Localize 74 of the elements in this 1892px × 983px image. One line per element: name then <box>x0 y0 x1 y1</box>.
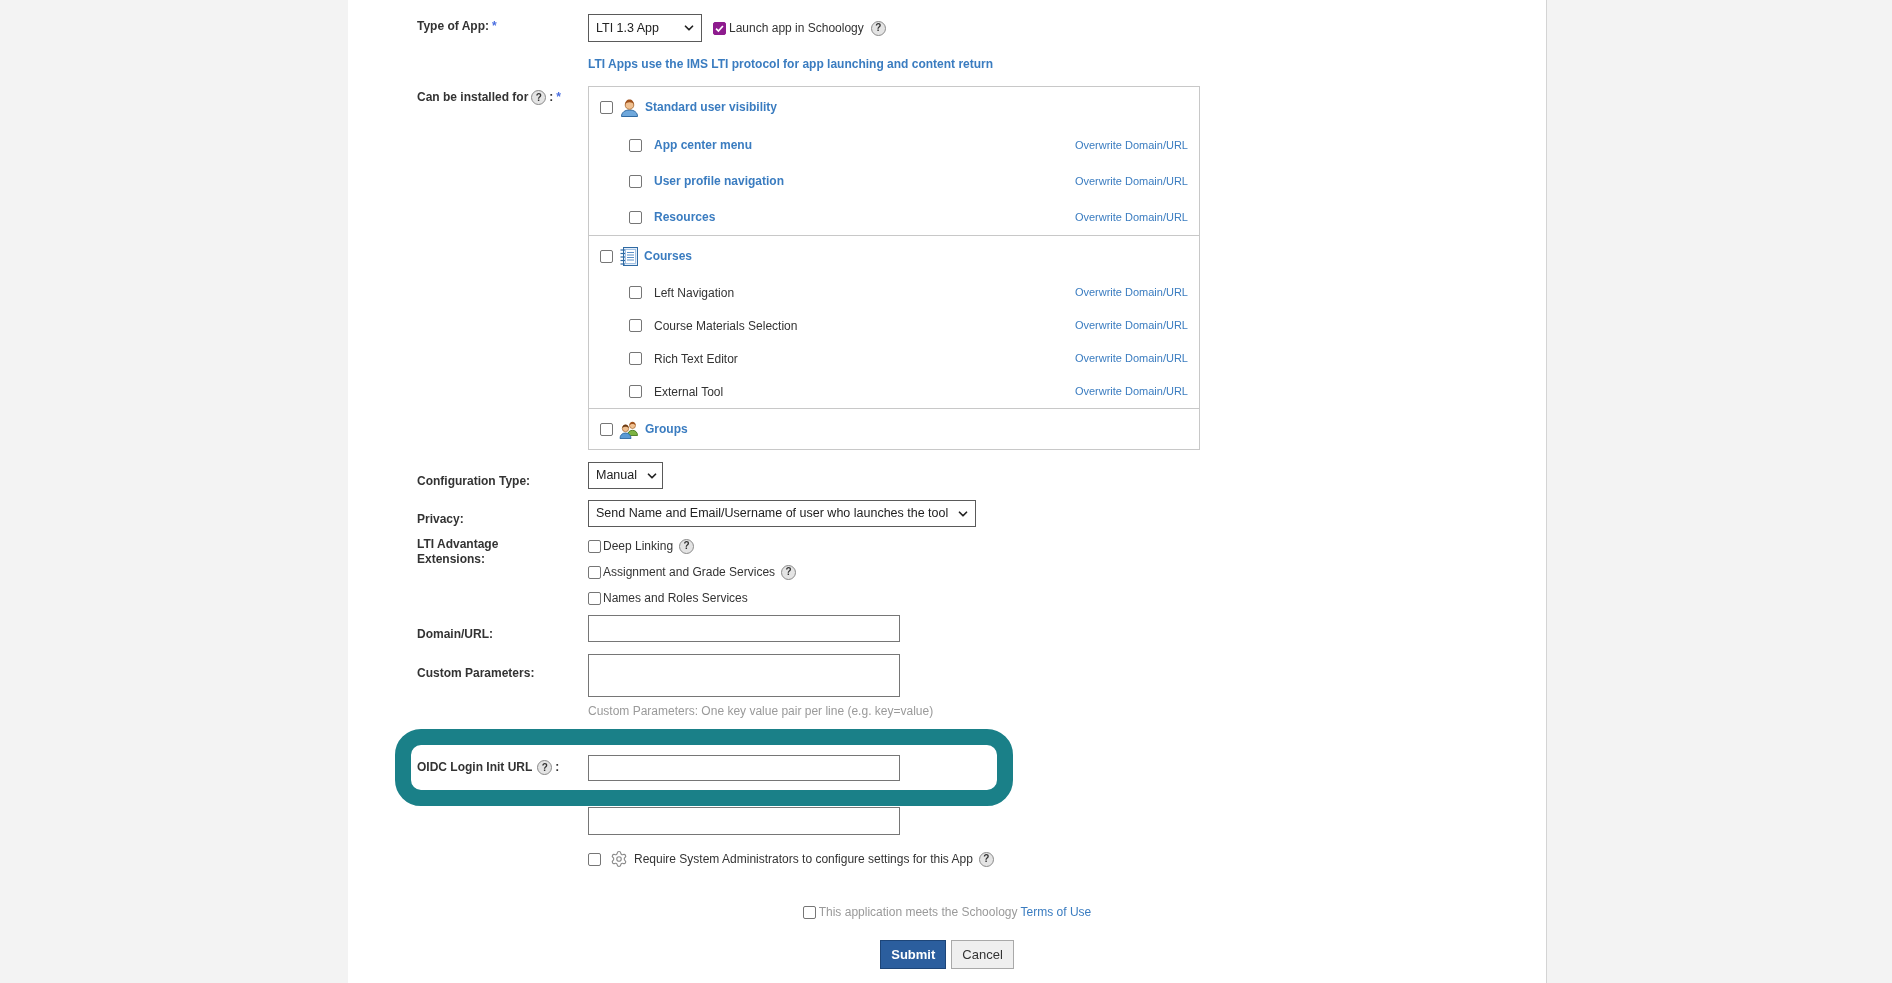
option-label: Left Navigation <box>654 284 735 302</box>
overwrite-link[interactable]: Overwrite Domain/URL <box>1074 383 1188 400</box>
submit-button[interactable]: Submit <box>880 940 947 969</box>
select-dropdown[interactable]: LTI 1.3 App <box>588 14 702 42</box>
input-field[interactable] <box>588 615 900 642</box>
text-area-field[interactable] <box>588 807 900 835</box>
checkbox[interactable] <box>629 352 642 365</box>
checkbox[interactable] <box>629 385 642 398</box>
help-icon[interactable]: ? <box>537 760 553 775</box>
select-dropdown[interactable]: Manual <box>588 462 663 489</box>
field-label: Configuration Type: <box>417 474 531 488</box>
checkbox-label: Assignment and Grade Services <box>603 564 776 581</box>
checkbox-label: Require System Administrators to configure settings for this App <box>634 851 973 868</box>
overwrite-link[interactable]: Overwrite Domain/URL <box>1074 317 1188 334</box>
checkbox[interactable] <box>629 210 642 224</box>
option-link[interactable]: User profile navigation <box>654 172 785 190</box>
select-dropdown[interactable]: Send Name and Email/Username of user who launches the tool <box>588 500 977 527</box>
cancel-button[interactable]: Cancel <box>951 940 1014 969</box>
help-icon[interactable]: ? <box>870 20 886 36</box>
notebook-icon <box>620 246 638 266</box>
required-mark: * <box>556 90 562 105</box>
checkbox-label: Deep Linking <box>603 538 674 555</box>
help-icon[interactable]: ? <box>679 538 695 554</box>
checkbox[interactable] <box>600 249 613 263</box>
help-icon[interactable]: ? <box>781 564 797 580</box>
checkbox-label: Launch app in Schoology <box>729 20 864 37</box>
overwrite-link[interactable]: Overwrite Domain/URL <box>1074 136 1188 154</box>
field-label: Custom Parameters: <box>417 666 535 680</box>
checkbox[interactable] <box>629 286 642 299</box>
overwrite-link[interactable]: Overwrite Domain/URL <box>1074 208 1188 226</box>
checkbox[interactable] <box>802 905 816 919</box>
checkbox[interactable] <box>600 422 613 436</box>
checkbox[interactable] <box>713 21 726 35</box>
checkbox-label: Names and Roles Services <box>603 590 748 607</box>
checkbox[interactable] <box>588 539 601 553</box>
option-label: Course Materials Selection <box>654 317 798 335</box>
help-text: Custom Parameters: One key value pair per line (e.g. key=value) <box>588 704 934 718</box>
option-label: External Tool <box>654 383 724 401</box>
terms-link[interactable]: Terms of Use <box>1020 905 1092 919</box>
label-colon: : <box>549 90 554 105</box>
required-mark: * <box>492 19 497 34</box>
info-link[interactable]: LTI Apps use the IMS LTI protocol for app launching and content return <box>588 57 994 71</box>
help-icon[interactable]: ? <box>531 90 547 105</box>
group-link[interactable]: Courses <box>644 247 693 265</box>
terms-text: This application meets the Schoology Terms of Use <box>818 904 1092 921</box>
option-link[interactable]: Resources <box>654 208 716 226</box>
overwrite-link[interactable]: Overwrite Domain/URL <box>1074 172 1188 190</box>
field-label: Privacy: <box>417 512 464 526</box>
overwrite-link[interactable]: Overwrite Domain/URL <box>1074 284 1188 301</box>
field-label: LTI Advantage Extensions: <box>417 537 500 567</box>
user-icon <box>620 97 639 117</box>
checkbox[interactable] <box>629 138 642 152</box>
label-colon: : <box>555 760 560 775</box>
checkbox[interactable] <box>588 852 601 866</box>
checkbox[interactable] <box>600 100 613 114</box>
field-label: OIDC Login Init URL <box>417 760 533 775</box>
checkbox[interactable] <box>588 565 601 579</box>
input-field[interactable] <box>588 755 900 781</box>
option-link[interactable]: App center menu <box>654 136 752 154</box>
group-link[interactable]: Standard user visibility <box>645 98 778 116</box>
field-label: Domain/URL: <box>417 627 493 641</box>
users-icon <box>619 419 639 439</box>
field-label: Can be installed for <box>417 90 529 105</box>
help-icon[interactable]: ? <box>978 851 994 867</box>
option-label: Rich Text Editor <box>654 350 738 368</box>
checkbox[interactable] <box>629 174 642 188</box>
field-label: Type of App: <box>417 19 489 34</box>
group-link[interactable]: Groups <box>645 420 688 438</box>
overwrite-link[interactable]: Overwrite Domain/URL <box>1074 350 1188 367</box>
gear-icon <box>610 850 628 868</box>
checkbox[interactable] <box>588 591 601 605</box>
checkbox[interactable] <box>629 319 642 332</box>
checkmark-icon <box>715 23 724 33</box>
text-area-field[interactable] <box>588 654 900 697</box>
